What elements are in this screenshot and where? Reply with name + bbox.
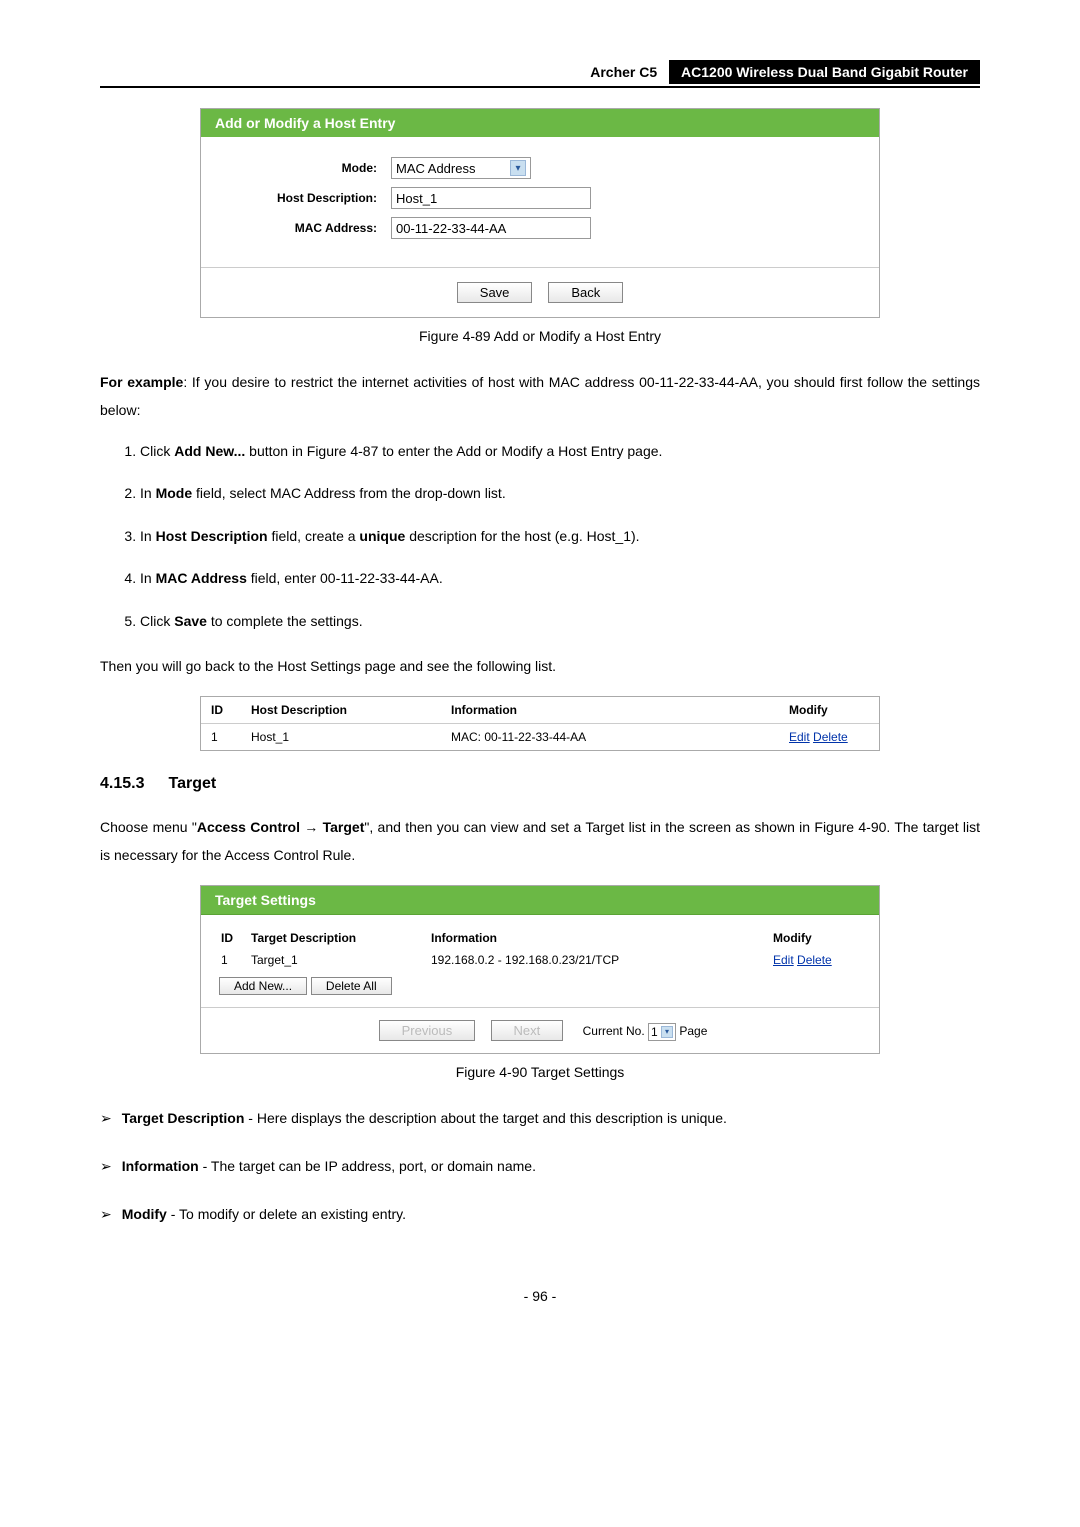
section-heading: 4.15.3Target	[100, 775, 980, 793]
chevron-down-icon: ▾	[661, 1026, 673, 1038]
host-description-input[interactable]	[391, 187, 591, 209]
col-modify: Modify	[779, 697, 879, 724]
cell-info: MAC: 00-11-22-33-44-AA	[441, 723, 779, 750]
figure-89-caption: Figure 4-89 Add or Modify a Host Entry	[100, 328, 980, 344]
header-model: Archer C5	[582, 60, 665, 84]
col-modify: Modify	[771, 927, 861, 949]
figure-89-box: Add or Modify a Host Entry Mode: MAC Add…	[200, 108, 880, 318]
col-information: Information	[429, 927, 771, 949]
step-3: In Host Description field, create a uniq…	[140, 525, 980, 547]
cell-id: 1	[219, 949, 249, 971]
page-select[interactable]: 1 ▾	[648, 1023, 676, 1041]
figure-90-title: Target Settings	[201, 886, 879, 915]
mac-address-label: MAC Address:	[231, 221, 391, 235]
step-1: Click Add New... button in Figure 4-87 t…	[140, 440, 980, 462]
bullet-information: Information - The target can be IP addre…	[122, 1152, 980, 1180]
bullet-list: Target Description - Here displays the d…	[100, 1104, 980, 1228]
steps-list: Click Add New... button in Figure 4-87 t…	[100, 440, 980, 632]
step-5: Click Save to complete the settings.	[140, 610, 980, 632]
bullet-modify: Modify - To modify or delete an existing…	[122, 1200, 980, 1228]
mode-select-value: MAC Address	[396, 161, 475, 176]
bullet-target-description: Target Description - Here displays the d…	[122, 1104, 980, 1132]
step-2: In Mode field, select MAC Address from t…	[140, 482, 980, 504]
add-new-button[interactable]: Add New...	[219, 977, 307, 995]
edit-link[interactable]: Edit	[773, 953, 794, 967]
mac-address-input[interactable]	[391, 217, 591, 239]
current-no-label: Current No.	[583, 1024, 645, 1038]
section-description: Choose menu "Access Control → Target", a…	[100, 813, 980, 869]
host-settings-table: ID Host Description Information Modify 1…	[200, 696, 880, 751]
next-button[interactable]: Next	[491, 1020, 564, 1041]
col-id: ID	[201, 697, 241, 724]
header-title: AC1200 Wireless Dual Band Gigabit Router	[669, 60, 980, 84]
example-intro: For example: If you desire to restrict t…	[100, 368, 980, 424]
step-4: In MAC Address field, enter 00-11-22-33-…	[140, 567, 980, 589]
figure-90-caption: Figure 4-90 Target Settings	[100, 1064, 980, 1080]
col-target-description: Target Description	[249, 927, 429, 949]
previous-button[interactable]: Previous	[379, 1020, 476, 1041]
figure-90-box: Target Settings ID Target Description In…	[200, 885, 880, 1054]
edit-link[interactable]: Edit	[789, 730, 810, 744]
mode-label: Mode:	[231, 161, 391, 175]
page-header: Archer C5 AC1200 Wireless Dual Band Giga…	[100, 60, 980, 88]
cell-id: 1	[201, 723, 241, 750]
col-host-description: Host Description	[241, 697, 441, 724]
save-button[interactable]: Save	[457, 282, 533, 303]
cell-info: 192.168.0.2 - 192.168.0.23/21/TCP	[429, 949, 771, 971]
table-row: 1 Target_1 192.168.0.2 - 192.168.0.23/21…	[219, 949, 861, 971]
page-label: Page	[679, 1024, 707, 1038]
col-id: ID	[219, 927, 249, 949]
host-description-label: Host Description:	[231, 191, 391, 205]
example-outro: Then you will go back to the Host Settin…	[100, 652, 980, 680]
figure-89-title: Add or Modify a Host Entry	[201, 109, 879, 137]
delete-all-button[interactable]: Delete All	[311, 977, 392, 995]
chevron-down-icon: ▾	[510, 160, 526, 176]
cell-desc: Target_1	[249, 949, 429, 971]
col-information: Information	[441, 697, 779, 724]
cell-desc: Host_1	[241, 723, 441, 750]
back-button[interactable]: Back	[548, 282, 623, 303]
mode-select[interactable]: MAC Address ▾	[391, 157, 531, 179]
page-number: - 96 -	[100, 1288, 980, 1304]
table-row: 1 Host_1 MAC: 00-11-22-33-44-AA Edit Del…	[201, 723, 879, 750]
delete-link[interactable]: Delete	[797, 953, 832, 967]
delete-link[interactable]: Delete	[813, 730, 848, 744]
